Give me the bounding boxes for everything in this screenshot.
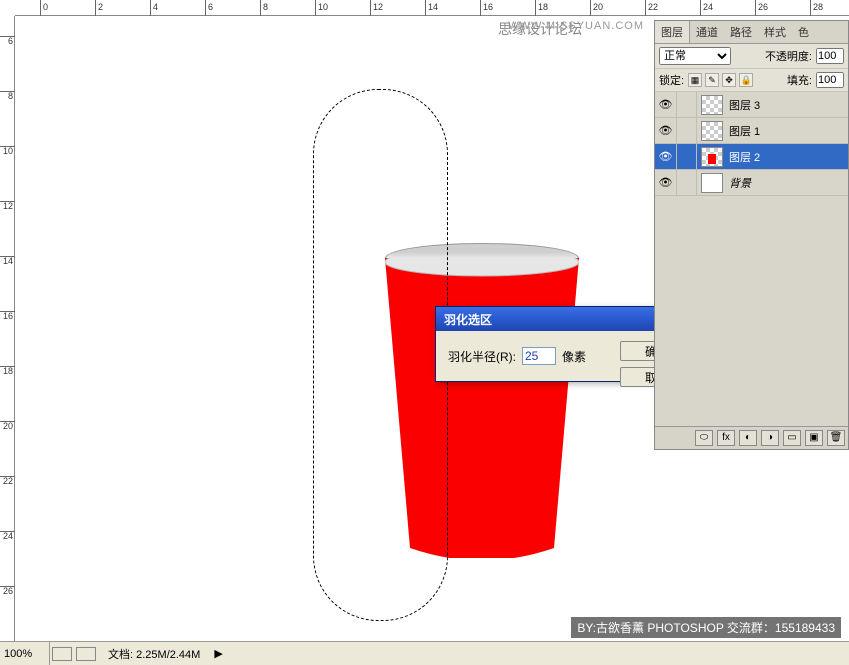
panel-footer: ⬭ fx ◐ ◑ ▭ ▣ 🗑 <box>655 426 848 449</box>
ruler-tick: 8 <box>0 92 15 101</box>
layer-link-cell[interactable] <box>677 144 697 169</box>
ruler-tick: 14 <box>0 257 15 266</box>
opacity-input[interactable] <box>816 48 844 64</box>
visibility-icon[interactable]: 👁 <box>655 144 677 169</box>
radius-input[interactable] <box>522 347 556 365</box>
ruler-tick: 22 <box>0 477 15 486</box>
zoom-level[interactable]: 100% <box>0 642 50 665</box>
ruler-tick: 12 <box>0 202 15 211</box>
ruler-tick: 16 <box>483 2 493 12</box>
layer-name[interactable]: 图层 3 <box>727 97 848 113</box>
layer-item[interactable]: 👁 图层 3 <box>655 92 848 118</box>
fill-label: 填充: <box>787 72 812 88</box>
ruler-horizontal[interactable]: 0 2 4 6 8 10 12 14 16 18 20 22 24 26 28 … <box>15 0 849 16</box>
opacity-label: 不透明度: <box>765 48 812 64</box>
ruler-tick: 24 <box>0 532 15 541</box>
tab-color[interactable]: 色 <box>792 21 815 43</box>
ruler-tick: 4 <box>153 2 158 12</box>
visibility-icon[interactable]: 👁 <box>655 118 677 143</box>
layer-thumbnail[interactable] <box>701 121 723 141</box>
adjustment-icon[interactable]: ◑ <box>761 430 779 446</box>
ruler-tick: 20 <box>593 2 603 12</box>
tab-channels[interactable]: 通道 <box>690 21 724 43</box>
new-layer-icon[interactable]: ▣ <box>805 430 823 446</box>
lock-icons: ▦ ✎ ✥ 🔒 <box>688 73 753 87</box>
layer-thumbnail[interactable] <box>701 147 723 167</box>
ruler-tick: 26 <box>758 2 768 12</box>
layer-name[interactable]: 图层 1 <box>727 123 848 139</box>
ruler-tick: 20 <box>0 422 15 431</box>
marquee-selection[interactable] <box>313 89 448 621</box>
doc-label: 文档: <box>108 649 133 661</box>
ruler-tick: 22 <box>648 2 658 12</box>
unit-label: 像素 <box>562 348 586 365</box>
signature-text: BY:古欲香薰 PHOTOSHOP 交流群：155189433 <box>571 617 841 638</box>
trash-icon[interactable]: 🗑 <box>827 430 845 446</box>
ruler-vertical[interactable]: 6 8 10 12 14 16 18 20 22 24 26 <box>0 16 15 641</box>
layer-link-cell[interactable] <box>677 118 697 143</box>
layer-link-cell[interactable] <box>677 170 697 195</box>
ruler-tick: 12 <box>373 2 383 12</box>
layer-name[interactable]: 背景 <box>727 175 848 191</box>
lock-brush-icon[interactable]: ✎ <box>705 73 719 87</box>
fill-input[interactable] <box>816 72 844 88</box>
ruler-tick: 14 <box>428 2 438 12</box>
ruler-tick: 6 <box>0 37 15 46</box>
link-icon[interactable]: ⬭ <box>695 430 713 446</box>
ruler-tick: 2 <box>98 2 103 12</box>
layers-panel[interactable]: 图层 通道 路径 样式 色 正常 不透明度: 锁定: ▦ ✎ ✥ 🔒 填充: 👁… <box>654 20 849 450</box>
layer-thumbnail[interactable] <box>701 173 723 193</box>
doc-size: 2.25M/2.44M <box>136 649 200 661</box>
panel-tabs[interactable]: 图层 通道 路径 样式 色 <box>655 21 848 44</box>
ruler-tick: 0 <box>43 2 48 12</box>
folder-icon[interactable]: ▭ <box>783 430 801 446</box>
layer-name[interactable]: 图层 2 <box>727 149 848 165</box>
dialog-title-text: 羽化选区 <box>444 311 492 328</box>
lock-label: 锁定: <box>659 72 684 88</box>
play-icon[interactable]: ▶ <box>214 647 222 660</box>
lock-transparency-icon[interactable]: ▦ <box>688 73 702 87</box>
ruler-tick: 10 <box>0 147 15 156</box>
lock-all-icon[interactable]: 🔒 <box>739 73 753 87</box>
layer-item[interactable]: 👁 图层 1 <box>655 118 848 144</box>
mask-icon[interactable]: ◐ <box>739 430 757 446</box>
ruler-tick: 26 <box>0 587 15 596</box>
fx-icon[interactable]: fx <box>717 430 735 446</box>
visibility-icon[interactable]: 👁 <box>655 170 677 195</box>
lock-move-icon[interactable]: ✥ <box>722 73 736 87</box>
tab-layers[interactable]: 图层 <box>655 21 690 43</box>
layer-link-cell[interactable] <box>677 92 697 117</box>
ruler-tick: 28 <box>813 2 823 12</box>
status-block[interactable] <box>76 647 96 661</box>
tab-styles[interactable]: 样式 <box>758 21 792 43</box>
ruler-tick: 18 <box>0 367 15 376</box>
blend-mode-select[interactable]: 正常 <box>659 47 731 65</box>
ruler-tick: 16 <box>0 312 15 321</box>
ruler-tick: 18 <box>538 2 548 12</box>
layer-thumbnail[interactable] <box>701 95 723 115</box>
status-block[interactable] <box>52 647 72 661</box>
radius-label: 羽化半径(R): <box>448 348 516 365</box>
ruler-tick: 8 <box>263 2 268 12</box>
watermark-url: WWW.MISSYUAN.COM <box>508 20 644 32</box>
ruler-tick: 10 <box>318 2 328 12</box>
visibility-icon[interactable]: 👁 <box>655 92 677 117</box>
ruler-tick: 6 <box>208 2 213 12</box>
layer-item[interactable]: 👁 背景 <box>655 170 848 196</box>
status-bar: 100% 文档: 2.25M/2.44M ▶ <box>0 641 849 665</box>
layer-list: 👁 图层 3 👁 图层 1 👁 图层 2 👁 背景 <box>655 92 848 426</box>
ruler-tick: 24 <box>703 2 713 12</box>
tab-paths[interactable]: 路径 <box>724 21 758 43</box>
layer-item[interactable]: 👁 图层 2 <box>655 144 848 170</box>
